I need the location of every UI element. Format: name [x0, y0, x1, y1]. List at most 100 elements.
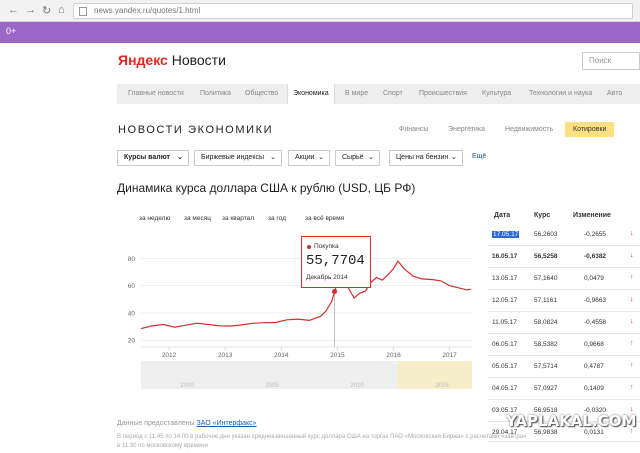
subnav-energy[interactable]: Энергетика [448, 126, 485, 133]
row-rate: 56,2603 [534, 231, 558, 238]
table-row[interactable]: 05.05.17 57,5714 0,4787 ↑ [488, 356, 640, 378]
table-row[interactable]: 04.05.17 57,0927 0,1409 ↑ [488, 378, 640, 400]
subnav-finance[interactable]: Финансы [399, 126, 428, 133]
filter-currency-label: Курсы валют [124, 154, 170, 161]
nav-item-society[interactable]: Общество [245, 84, 278, 104]
row-change: -0,2655 [584, 231, 607, 238]
nav-item-tech[interactable]: Технологии и наука [529, 84, 592, 104]
more-link[interactable]: Ещё [472, 153, 486, 160]
filter-fuel[interactable]: Цены на бензин ⌄ [389, 150, 463, 166]
arrow-down-icon: ↓ [630, 252, 634, 259]
back-icon[interactable]: ← [8, 4, 19, 16]
filter-indices-label: Биржевые индексы [201, 154, 264, 161]
source-prefix: Данные предоставлены [117, 420, 195, 427]
row-rate: 57,5714 [534, 363, 558, 370]
nav-item-culture[interactable]: Культура [482, 84, 511, 104]
home-icon[interactable]: ⌂ [58, 4, 65, 16]
tooltip-date: Декабрь 2014 [306, 274, 348, 281]
row-date: 16.05.17 [492, 253, 518, 260]
forward-icon[interactable]: → [25, 4, 36, 16]
x-tick-label: 2017 [442, 352, 457, 359]
period-quarter[interactable]: за квартал [222, 215, 254, 222]
nav-item-politics[interactable]: Политика [200, 84, 231, 104]
row-date: 06.05.17 [492, 341, 518, 348]
subnav-realty[interactable]: Недвижимость [505, 126, 553, 133]
row-date: 13.05.17 [492, 275, 518, 282]
tooltip-label: Покупка [314, 243, 339, 250]
chart-tooltip: Покупка 55,7704 Декабрь 2014 [301, 236, 371, 288]
row-date: 12.05.17 [492, 297, 518, 304]
period-all[interactable]: за всё время [305, 215, 344, 222]
arrow-up-icon: ↑ [630, 340, 634, 347]
period-week[interactable]: за неделю [139, 215, 170, 222]
row-change: -0,4558 [584, 319, 607, 326]
arrow-up-icon: ↑ [630, 362, 634, 369]
table-row[interactable]: 11.05.17 58,0824 -0,4558 ↓ [488, 312, 640, 334]
x-tick-label: 2014 [274, 352, 289, 359]
table-row[interactable]: 17.05.17 56,2603 -0,2655 ↓ [488, 224, 640, 246]
filter-indices[interactable]: Биржевые индексы ⌄ [194, 150, 282, 166]
nav-item-world[interactable]: В мире [345, 84, 368, 104]
row-rate: 56,5258 [534, 253, 558, 260]
arrow-up-icon: ↑ [630, 384, 634, 391]
search-input[interactable]: Поиск [582, 52, 640, 70]
bookmarks-label: 0+ [6, 26, 17, 36]
nav-item-sport[interactable]: Спорт [383, 84, 403, 104]
navigator-year-label: 2015 [435, 383, 449, 389]
navigator-year-label: 2000 [180, 383, 194, 389]
chart[interactable]: 20 40 60 80 2012 2013 2014 2015 2016 2017 2000 2005… [117, 232, 480, 392]
row-rate: 57,1161 [534, 297, 558, 304]
subnav-quotes[interactable]: Котировки [565, 122, 615, 137]
table-header-rate: Курс [534, 212, 551, 219]
navigator-year-label: 2005 [265, 383, 279, 389]
chart-title: Динамика курса доллара США к рублю (USD,… [117, 181, 416, 195]
chevron-down-icon: ⌄ [270, 154, 276, 161]
logo[interactable]: Яндекс Новости [118, 52, 226, 68]
filter-commodities[interactable]: Сырьё ⌄ [335, 150, 380, 166]
filter-fuel-label: Цены на бензин [396, 154, 449, 161]
reload-icon[interactable]: ↻ [42, 4, 51, 17]
table-row[interactable]: 06.05.17 58,5382 0,9668 ↑ [488, 334, 640, 356]
row-date: 11.05.17 [492, 319, 517, 326]
nav-item-auto[interactable]: Авто [607, 84, 622, 104]
chevron-down-icon: ⌄ [451, 154, 457, 161]
row-date: 05.05.17 [492, 363, 518, 370]
row-rate: 57,0927 [534, 385, 558, 392]
row-change: 0,9668 [584, 341, 604, 348]
x-tick-label: 2015 [330, 352, 345, 359]
table-row[interactable]: 16.05.17 56,5258 -0,6382 ↓ [488, 246, 640, 268]
row-date: 17.05.17 [492, 231, 520, 238]
row-rate: 57,1640 [534, 275, 558, 282]
nav-item-incidents[interactable]: Происшествия [419, 84, 467, 104]
x-tick-label: 2013 [218, 352, 233, 359]
table-header-change: Изменение [573, 212, 611, 219]
y-tick-label: 60 [128, 283, 136, 290]
page-title: НОВОСТИ ЭКОНОМИКИ [118, 124, 274, 136]
y-tick-label: 40 [128, 310, 136, 317]
bookmarks-bar: 0+ [0, 22, 640, 43]
logo-brand: Яндекс [118, 52, 168, 68]
arrow-up-icon: ↑ [630, 274, 634, 281]
y-tick-label: 20 [128, 338, 136, 345]
nav-item-economy[interactable]: Экономика [287, 84, 335, 104]
table-row[interactable]: 12.05.17 57,1161 -0,9663 ↓ [488, 290, 640, 312]
source-link[interactable]: ЗАО «Интерфакс» [197, 420, 257, 427]
chevron-down-icon: ⌄ [177, 154, 183, 161]
address-text: news.yandex.ru/quotes/1.html [94, 6, 201, 15]
period-year[interactable]: за год [268, 215, 286, 222]
nav-item-main[interactable]: Главные новости [128, 84, 184, 104]
row-rate: 58,0824 [534, 319, 558, 326]
table-row[interactable]: 13.05.17 57,1640 0,0479 ↑ [488, 268, 640, 290]
row-rate: 56,9838 [534, 429, 558, 436]
logo-title: Новости [171, 52, 226, 68]
chevron-down-icon: ⌄ [318, 154, 324, 161]
address-bar[interactable]: news.yandex.ru/quotes/1.html [73, 3, 633, 19]
row-change: 0,4787 [584, 363, 604, 370]
filter-stocks[interactable]: Акции ⌄ [288, 150, 330, 166]
browser-toolbar: ← → ↻ ⌂ news.yandex.ru/quotes/1.html [0, 0, 640, 22]
data-source: Данные предоставлены ЗАО «Интерфакс» [117, 420, 257, 427]
y-tick-label: 80 [128, 256, 136, 263]
filter-currency[interactable]: Курсы валют ⌄ [117, 150, 189, 166]
period-month[interactable]: за месяц [184, 215, 211, 222]
row-change: 0,1409 [584, 385, 604, 392]
